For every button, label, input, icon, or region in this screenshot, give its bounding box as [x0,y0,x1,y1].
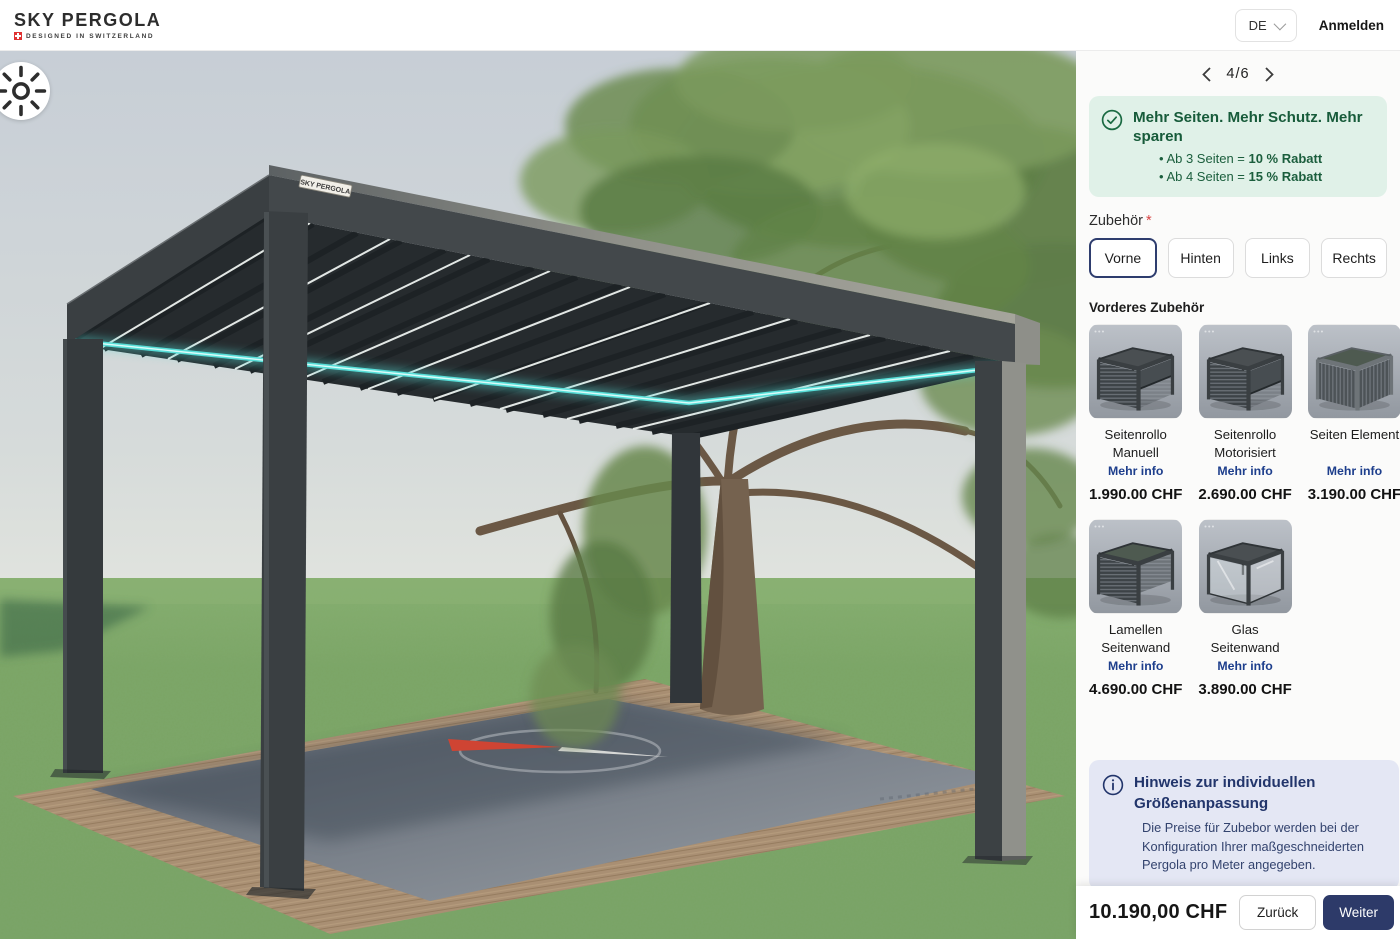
language-selector[interactable]: DE [1235,9,1297,42]
swiss-flag-icon [14,32,22,40]
promo-bullet-list: Ab 3 Seiten = 10 % RabattAb 4 Seiten = 1… [1101,150,1375,185]
product-card-glas[interactable]: Glas Seitenwand Mehr info 3.890.00 CHF [1198,519,1291,698]
check-circle-icon [1101,109,1123,131]
product-thumbnail-render [1089,519,1182,614]
product-more-info-link[interactable]: Mehr info [1108,464,1163,478]
pagination-counter: 4/6 [1226,66,1249,82]
product-card-lamellen[interactable]: Lamellen Seitenwand Mehr info 4.690.00 CHF [1089,519,1182,698]
login-link[interactable]: Anmelden [1319,18,1384,33]
config-panel: 4/6 Mehr Seiten. Mehr Schutz. Mehr spare… [1076,51,1400,939]
product-more-info-link[interactable]: Mehr info [1217,659,1272,673]
chevron-down-icon [1273,17,1286,30]
side-button-hinten[interactable]: Hinten [1168,238,1234,278]
product-more-info-link[interactable]: Mehr info [1327,464,1382,478]
back-button[interactable]: Zurück [1239,895,1316,930]
product-card-rollo2[interactable]: Seitenrollo Motorisiert Mehr info 2.690.00… [1198,324,1291,503]
discount-promo-box: Mehr Seiten. Mehr Schutz. Mehr sparen Ab… [1089,96,1387,197]
product-thumbnail[interactable] [1089,519,1182,614]
pergola-3d-viewport[interactable]: SKY PERGOLA [0,51,1076,939]
total-price: 10.190,00 CHF [1089,901,1227,924]
notice-body: Die Preise für Zubebor werden bei der Ko… [1102,819,1385,875]
scene-render: SKY PERGOLA [0,51,1076,939]
product-thumbnail-render [1199,519,1292,614]
step-pagination: 4/6 [1089,61,1387,87]
app-root: SKY PERGOLA DESIGNED IN SWITZERLAND DE A… [0,0,1400,939]
product-thumbnail[interactable] [1199,519,1292,614]
product-name: Lamellen Seitenwand [1089,621,1182,657]
top-header: SKY PERGOLA DESIGNED IN SWITZERLAND DE A… [0,0,1400,51]
product-thumbnail-render [1089,324,1182,419]
product-thumbnail[interactable] [1199,324,1292,419]
promo-bullet: Ab 3 Seiten = 10 % Rabatt [1159,150,1375,168]
brightness-toggle-button[interactable] [0,62,50,120]
pergola-post-left [63,339,103,773]
product-price: 2.690.00 CHF [1198,486,1291,503]
accessory-section-label: Zubehör* [1089,213,1387,229]
product-thumbnail-render [1199,324,1292,419]
language-selector-value: DE [1249,18,1267,33]
brand-logo: SKY PERGOLA DESIGNED IN SWITZERLAND [14,10,161,40]
side-button-vorne[interactable]: Vorne [1089,238,1157,278]
side-button-rechts[interactable]: Rechts [1321,238,1387,278]
product-thumbnail-render [1308,324,1400,419]
pagination-next-button[interactable] [1262,66,1278,82]
sun-icon [0,51,50,535]
product-card-element[interactable]: Seiten Element Mehr info 3.190.00 CHF [1308,324,1400,503]
side-selector-group: Vorne Hinten LinksRechts [1089,238,1387,278]
product-price: 1.990.00 CHF [1089,486,1182,503]
info-icon [1102,774,1124,796]
promo-bullet: Ab 4 Seiten = 15 % Rabatt [1159,168,1375,186]
pergola-post-right-dark [975,361,1002,861]
product-thumbnail[interactable] [1089,324,1182,419]
pergola-post-rear [670,433,702,703]
product-name: Seitenrollo Motorisiert [1198,426,1291,462]
product-more-info-link[interactable]: Mehr info [1108,659,1163,673]
brand-logo-subtitle: DESIGNED IN SWITZERLAND [26,33,154,40]
product-price: 3.190.00 CHF [1308,486,1400,503]
size-notice-box: Hinweis zur individuellen Größenanpassun… [1089,760,1399,890]
product-grid: Seitenrollo Manuell Mehr info 1.990.00 CHF… [1089,324,1387,698]
product-name: Seitenrollo Manuell [1089,426,1182,462]
product-card-rollo1[interactable]: Seitenrollo Manuell Mehr info 1.990.00 CHF [1089,324,1182,503]
promo-title: Mehr Seiten. Mehr Schutz. Mehr sparen [1133,108,1375,146]
product-price: 3.890.00 CHF [1198,681,1291,698]
product-price: 4.690.00 CHF [1089,681,1182,698]
product-more-info-link[interactable]: Mehr info [1217,464,1272,478]
product-name: Seiten Element [1310,426,1399,462]
product-name: Glas Seitenwand [1198,621,1291,657]
pergola-post-right-light [1002,361,1026,861]
side-button-links[interactable]: Links [1245,238,1311,278]
pagination-prev-button[interactable] [1198,66,1214,82]
required-asterisk: * [1146,213,1152,229]
product-thumbnail[interactable] [1308,324,1400,419]
next-button[interactable]: Weiter [1323,895,1394,930]
front-accessory-title: Vorderes Zubehör [1089,300,1387,315]
panel-footer: 10.190,00 CHF Zurück Weiter [1076,886,1400,939]
brand-logo-title: SKY PERGOLA [14,10,161,31]
notice-title: Hinweis zur individuellen Größenanpassun… [1134,773,1385,814]
